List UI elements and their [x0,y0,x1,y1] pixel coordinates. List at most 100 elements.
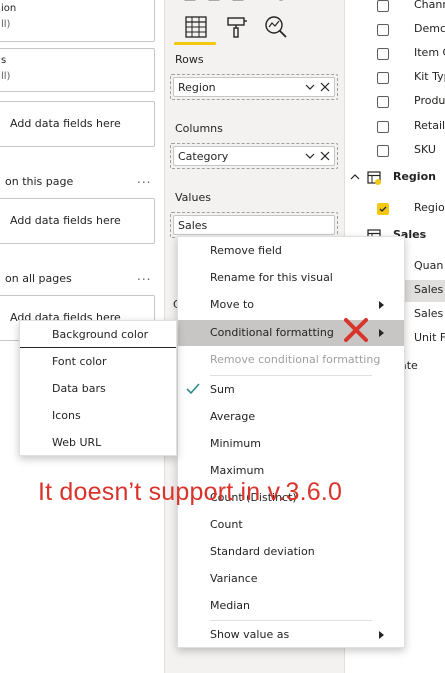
menu-item-label: Move to [210,298,255,311]
submenu-item-icons[interactable]: Icons [20,403,176,429]
all-pages-filters-more-button[interactable]: ... [137,269,151,283]
drop-zone-placeholder: Add data fields here [10,214,121,227]
menu-item-average[interactable]: Average [178,404,404,430]
field-pill-label: Region [178,81,216,94]
menu-item-sum[interactable]: Sum [178,377,404,403]
table-region[interactable]: Region [345,168,445,190]
field-item[interactable]: SKU [345,140,445,162]
field-item[interactable]: Produ [345,91,445,113]
close-icon[interactable] [319,80,331,94]
menu-item-label: Minimum [210,437,261,450]
field-checkbox-checked[interactable] [377,203,389,215]
menu-item-remove-field[interactable]: Remove field [178,238,404,264]
rows-well-label: Rows [175,53,204,66]
menu-item-label: Sum [210,383,235,396]
rows-well[interactable]: Region [170,74,338,100]
page-filters-header: on this page [5,175,74,188]
submenu-item-label: Background color [52,328,149,341]
submenu-item-web-url[interactable]: Web URL [20,430,176,456]
red-cross-icon [342,316,370,344]
field-item[interactable]: Regio [345,198,445,220]
field-checkbox[interactable] [377,96,389,108]
chevron-right-icon [379,631,384,639]
close-icon[interactable] [319,149,331,163]
menu-separator [210,375,372,376]
values-field-pill[interactable]: Sales [173,215,335,235]
menu-item-label: Variance [210,572,258,585]
field-item[interactable]: Chann [345,0,445,17]
menu-item-move-to[interactable]: Move to [178,292,404,318]
columns-well-label: Columns [175,122,223,135]
chevron-right-icon [379,329,384,337]
menu-item-label: Show value as [210,628,290,641]
field-label: Retail [414,119,445,132]
menu-separator [210,620,372,621]
table-icon [367,171,381,185]
drop-zone-placeholder: Add data fields here [10,117,121,130]
menu-item-label: Median [210,599,251,612]
menu-item-label: Average [210,410,256,423]
menu-item-rename[interactable]: Rename for this visual [178,265,404,291]
menu-item-variance[interactable]: Variance [178,566,404,592]
submenu-item-font-color[interactable]: Font color [20,349,176,375]
values-well[interactable]: Sales [170,212,338,238]
all-pages-filters-header: on all pages [5,272,72,285]
fields-icon[interactable] [183,14,209,40]
analytics-icon[interactable] [263,14,289,40]
visual-icons-row [183,0,333,6]
field-pill-label: Sales [178,219,208,232]
menu-item-conditional-formatting[interactable]: Conditional formatting [178,320,404,346]
chevron-down-icon[interactable] [304,80,316,94]
menu-item-show-value-as[interactable]: Show value as [178,622,404,648]
columns-field-pill[interactable]: Category [173,146,335,166]
field-checkbox[interactable] [377,72,389,84]
filter-card-1[interactable]: ion ll) [0,0,155,42]
submenu-item-label: Font color [52,355,107,368]
columns-well[interactable]: Category [170,143,338,169]
field-checkbox[interactable] [377,0,389,12]
values-well-label: Values [175,191,211,204]
submenu-item-background-color[interactable]: Background color [20,322,176,348]
filter-card-2[interactable]: s ll) [0,48,155,92]
submenu-item-label: Icons [52,409,81,422]
active-tab-indicator [174,42,216,45]
field-item[interactable]: Kit Typ [345,67,445,89]
menu-item-standard-deviation[interactable]: Standard deviation [178,539,404,565]
menu-item-count[interactable]: Count [178,512,404,538]
menu-item-remove-conditional-formatting: Remove conditional formatting [178,347,404,373]
field-label: Regio [414,201,445,214]
filter-card-value: ll) [1,19,11,30]
field-label: SKU [414,143,436,156]
page-filter-drop-zone[interactable]: Add data fields here [0,198,155,244]
field-checkbox[interactable] [377,121,389,133]
table-label: Region [393,170,436,183]
field-context-menu: Remove field Rename for this visual Move… [177,236,405,648]
field-item[interactable]: Item C [345,43,445,65]
submenu-item-data-bars[interactable]: Data bars [20,376,176,402]
format-paint-icon[interactable] [224,14,250,40]
menu-item-label: Conditional formatting [210,326,334,339]
chevron-up-icon[interactable] [349,171,361,183]
field-label: Item C [414,46,445,59]
submenu-item-label: Data bars [52,382,106,395]
field-label: Chann [414,0,445,11]
rows-field-pill[interactable]: Region [173,77,335,97]
field-label: Produ [414,94,445,107]
field-label: Sales [414,283,444,296]
menu-item-label: Remove field [210,244,282,257]
field-pill-label: Category [178,150,229,163]
field-checkbox[interactable] [377,48,389,60]
chevron-down-icon[interactable] [304,149,316,163]
field-checkbox[interactable] [377,24,389,36]
visual-filter-drop-zone[interactable]: Add data fields here [0,101,155,147]
conditional-formatting-submenu: Background color Font color Data bars Ic… [19,320,177,456]
menu-item-minimum[interactable]: Minimum [178,431,404,457]
field-item[interactable]: Demc [345,19,445,41]
field-checkbox[interactable] [377,145,389,157]
annotation-text: It doesn’t support in v.3.6.0 [38,478,343,506]
menu-item-label: Remove conditional formatting [210,353,381,366]
menu-item-median[interactable]: Median [178,593,404,619]
field-item[interactable]: Retail [345,116,445,138]
chevron-right-icon [379,301,384,309]
page-filters-more-button[interactable]: ... [137,172,151,186]
